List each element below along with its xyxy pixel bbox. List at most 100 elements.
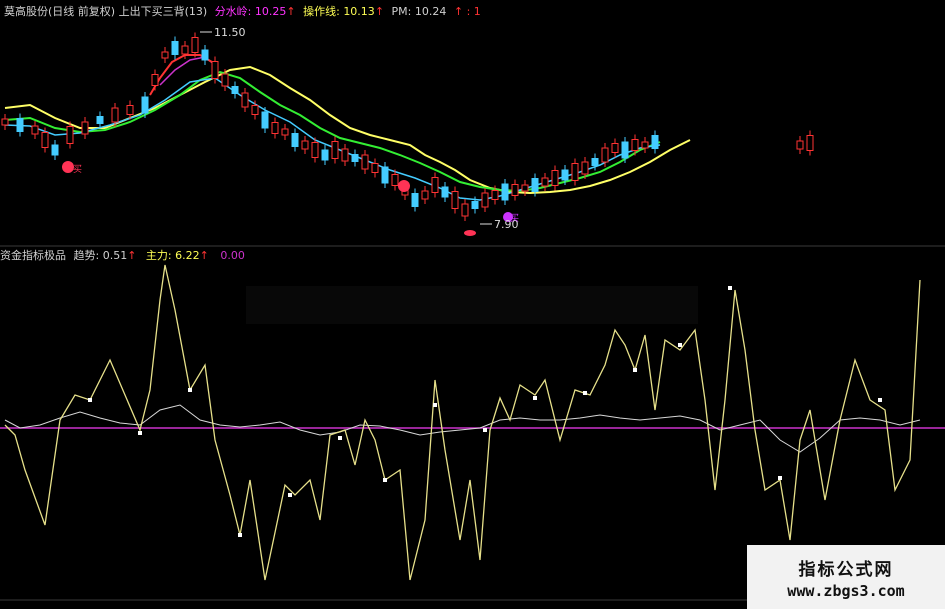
candle-body [181,45,189,55]
buy-signal-marker [398,180,410,192]
signal-dot [533,396,537,400]
candle-body [171,41,179,55]
candle-body [81,121,89,135]
candle-body [806,135,814,151]
candle-body [31,125,39,135]
candle-body [541,177,549,187]
candle-body [361,154,369,170]
zhuli-value: 6.22 [175,249,200,262]
caozuoxian-value: 10.13 [343,5,375,18]
candle-body [211,61,219,79]
signal-dot [238,533,242,537]
signal-dot [433,403,437,407]
signal-dot [678,343,682,347]
candle-body [461,203,469,217]
trend-label: 趋势: [73,249,103,262]
zero-value: 0.00 [220,249,245,262]
candle-body [96,116,104,124]
candle-body [571,163,579,181]
candle-body [521,184,529,192]
candle-body [601,147,609,163]
zhuli-label: 主力: [145,249,176,262]
black-overlay-bottom [246,286,698,324]
indicator-label: 上出下买三背(13) [118,5,208,18]
candle-body [191,37,199,53]
candle-body [621,141,629,159]
candle-body [531,178,539,192]
candle-body [341,148,349,162]
pm-label: PM: [391,5,415,18]
up-arrow-icon: ↑ [374,5,385,18]
watermark-title: 指标公式网 [798,560,894,580]
signal-dot [728,286,732,290]
stock-label: 莫高股份(日线 前复权) [4,5,116,18]
candle-body [1,118,9,126]
candle-body [451,191,459,209]
watermark: 指标公式网 www.zbgs3.com [747,545,945,609]
candle-body [141,96,149,114]
buy-signal-label: 买 [73,165,83,175]
signal-dot [138,431,142,435]
candle-body [261,111,269,129]
candle-body [491,190,499,200]
candle-body [471,201,479,209]
candle-body [321,149,329,161]
candle-body [271,122,279,134]
candle-body [51,144,59,156]
candle-body [201,49,209,61]
signal-dot [878,398,882,402]
candle-body [641,141,649,149]
candle-body [581,161,589,175]
candle-body [441,186,449,198]
signal-dot [633,368,637,372]
candle-body [611,143,619,153]
candle-body [291,133,299,147]
fenshuiling-value: 10.25 [254,5,287,18]
candle-body [591,158,599,166]
candle-body [796,140,804,150]
up-arrow-icon: ↑ [199,249,209,262]
buy-signal-marker [464,230,476,236]
signal-dot [583,391,587,395]
candle-body [561,169,569,181]
candle-body [351,154,359,162]
candle-body [551,170,559,186]
candle-body [381,166,389,184]
pm-value: 10.24 [414,5,447,18]
candle-body [151,74,159,86]
bottom-panel-header: 资金指标极品 趋势: 0.51↑ 主力: 6.22↑ 0.00 [0,247,245,263]
candle-body [391,174,399,186]
candle-body [501,183,509,201]
candle-body [511,184,519,196]
extra-value: ↑ : 1 [453,5,481,18]
candle-body [411,193,419,207]
signal-dot [778,476,782,480]
up-arrow-icon: ↑ [127,249,137,262]
candle-body [66,126,74,144]
up-arrow-icon: ↑ [286,5,296,18]
candle-body [111,107,119,123]
buy-signal-label: 买 [510,214,520,224]
candle-body [281,128,289,136]
watermark-url: www.zbgs3.com [787,582,905,600]
trend-value: 0.51 [102,249,128,262]
caozuoxian-label: 操作线: [303,5,344,18]
candle-body [251,105,259,115]
candle-body [301,140,309,150]
candle-body [651,135,659,149]
candle-body [41,132,49,148]
candle-body [331,141,339,159]
candle-body [231,86,239,94]
candle-body [631,139,639,151]
candle-body [241,92,249,108]
black-overlay-top [535,0,945,140]
chart-canvas: 11.50 7.90 [0,0,945,601]
signal-dot [288,493,292,497]
candle-body [371,163,379,173]
candle-body [126,105,134,115]
candle-body [311,142,319,158]
candle-body [16,118,24,132]
signal-dot [338,436,342,440]
candle-body [431,177,439,193]
signal-dot [383,478,387,482]
